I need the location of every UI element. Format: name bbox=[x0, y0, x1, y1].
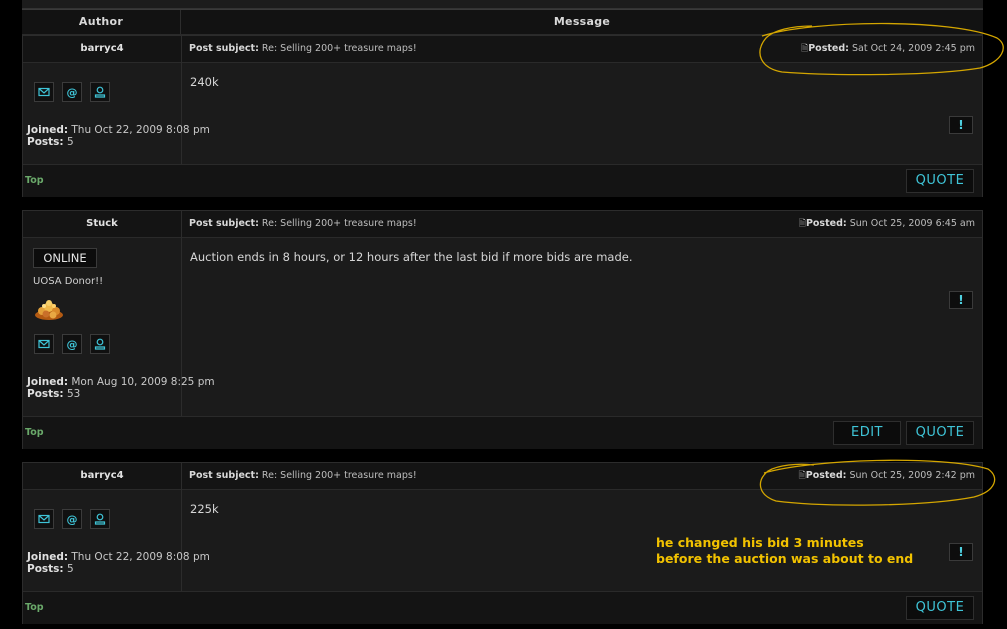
post-header: Post subject: Re: Selling 200+ treasure … bbox=[182, 36, 982, 63]
post-icon[interactable]: 🗎 bbox=[798, 471, 805, 481]
post-header: Post subject: Re: Selling 200+ treasure … bbox=[182, 211, 982, 238]
posts-label: Posts: bbox=[27, 388, 64, 400]
email-at-icon[interactable]: @ bbox=[62, 509, 82, 529]
svg-text:@: @ bbox=[67, 86, 78, 99]
envelope-icon[interactable] bbox=[34, 509, 54, 529]
svg-text:@: @ bbox=[67, 338, 78, 351]
joined-date: Mon Aug 10, 2009 8:25 pm bbox=[71, 376, 215, 388]
annotation-text: he changed his bid 3 minutes before the … bbox=[656, 535, 913, 567]
quote-button[interactable]: QUOTE bbox=[906, 596, 974, 620]
post-icon[interactable]: 🗎 bbox=[799, 219, 806, 229]
profile-icon[interactable] bbox=[90, 82, 110, 102]
post-date: 🗎Posted: Sun Oct 25, 2009 2:42 pm bbox=[798, 463, 975, 489]
post-body: Auction ends in 8 hours, or 12 hours aft… bbox=[190, 250, 633, 264]
posts-label: Posts: bbox=[27, 136, 64, 148]
post-body: 225k bbox=[190, 502, 219, 516]
subject-label: Post subject: bbox=[189, 470, 259, 481]
post-subject: Post subject: Re: Selling 200+ treasure … bbox=[189, 36, 417, 62]
profile-icon[interactable] bbox=[90, 509, 110, 529]
report-post-button[interactable]: ! bbox=[949, 543, 973, 561]
post-count: 53 bbox=[66, 388, 81, 400]
subject-text: Re: Selling 200+ treasure maps! bbox=[261, 43, 417, 54]
joined-date: Thu Oct 22, 2009 8:08 pm bbox=[71, 551, 210, 563]
gold-pile-icon bbox=[33, 295, 65, 321]
subject-text: Re: Selling 200+ treasure maps! bbox=[261, 218, 417, 229]
posted-label: Posted: bbox=[805, 218, 847, 229]
message-column-header: Message bbox=[553, 15, 611, 28]
email-at-icon[interactable]: @ bbox=[62, 82, 82, 102]
post-row: Stuck Post subject: Re: Selling 200+ tre… bbox=[22, 210, 983, 449]
report-post-button[interactable]: ! bbox=[949, 116, 973, 134]
author-name[interactable]: barryc4 bbox=[23, 463, 181, 490]
contact-icons: @ bbox=[34, 334, 110, 354]
quote-button[interactable]: QUOTE bbox=[906, 169, 974, 193]
post-date: 🗎Posted: Sun Oct 25, 2009 6:45 am bbox=[799, 211, 975, 237]
svg-text:@: @ bbox=[67, 513, 78, 526]
email-at-icon[interactable]: @ bbox=[62, 334, 82, 354]
envelope-icon[interactable] bbox=[34, 82, 54, 102]
post-footer: Top EDIT QUOTE bbox=[23, 416, 982, 449]
posted-label: Posted: bbox=[805, 470, 847, 481]
user-rank: UOSA Donor!! bbox=[33, 276, 104, 287]
post-subject: Post subject: Re: Selling 200+ treasure … bbox=[189, 463, 417, 489]
author-info: Joined: Thu Oct 22, 2009 8:08 pm Posts: … bbox=[27, 551, 210, 575]
author-column-header: Author bbox=[78, 15, 124, 28]
subject-label: Post subject: bbox=[189, 218, 259, 229]
joined-label: Joined: bbox=[27, 551, 69, 563]
quote-button[interactable]: QUOTE bbox=[906, 421, 974, 445]
subject-label: Post subject: bbox=[189, 43, 259, 54]
post-header: Post subject: Re: Selling 200+ treasure … bbox=[182, 463, 982, 490]
posts-label: Posts: bbox=[27, 563, 64, 575]
post-subject: Post subject: Re: Selling 200+ treasure … bbox=[189, 211, 417, 237]
subject-text: Re: Selling 200+ treasure maps! bbox=[261, 470, 417, 481]
contact-icons: @ bbox=[34, 509, 110, 529]
post-count: 5 bbox=[66, 136, 74, 148]
online-status-badge: ONLINE bbox=[33, 248, 97, 268]
post-date: 🗎Posted: Sat Oct 24, 2009 2:45 pm bbox=[801, 36, 975, 62]
author-name[interactable]: barryc4 bbox=[23, 36, 181, 63]
envelope-icon[interactable] bbox=[34, 334, 54, 354]
joined-label: Joined: bbox=[27, 124, 69, 136]
author-name[interactable]: Stuck bbox=[23, 211, 181, 238]
annotation-line-1: he changed his bid 3 minutes bbox=[656, 535, 864, 550]
top-link[interactable]: Top bbox=[25, 427, 44, 438]
top-link[interactable]: Top bbox=[25, 175, 44, 186]
post-footer: Top QUOTE bbox=[23, 591, 982, 624]
posted-date: Sun Oct 25, 2009 2:42 pm bbox=[849, 470, 976, 481]
post-body: 240k bbox=[190, 75, 219, 89]
top-bar bbox=[22, 0, 983, 9]
contact-icons: @ bbox=[34, 82, 110, 102]
author-info: Joined: Mon Aug 10, 2009 8:25 pm Posts: … bbox=[27, 376, 215, 400]
posted-date: Sat Oct 24, 2009 2:45 pm bbox=[851, 43, 975, 54]
posted-label: Posted: bbox=[808, 43, 849, 54]
annotation-line-2: before the auction was about to end bbox=[656, 551, 914, 566]
table-header: Author Message bbox=[22, 9, 983, 35]
profile-icon[interactable] bbox=[90, 334, 110, 354]
post-row: barryc4 Post subject: Re: Selling 200+ t… bbox=[22, 35, 983, 197]
posted-date: Sun Oct 25, 2009 6:45 am bbox=[849, 218, 975, 229]
column-divider bbox=[181, 211, 182, 448]
joined-label: Joined: bbox=[27, 376, 69, 388]
joined-date: Thu Oct 22, 2009 8:08 pm bbox=[71, 124, 210, 136]
author-info: Joined: Thu Oct 22, 2009 8:08 pm Posts: … bbox=[27, 124, 210, 148]
report-post-button[interactable]: ! bbox=[949, 291, 973, 309]
post-footer: Top QUOTE bbox=[23, 164, 982, 197]
post-count: 5 bbox=[66, 563, 74, 575]
top-link[interactable]: Top bbox=[25, 602, 44, 613]
edit-button[interactable]: EDIT bbox=[833, 421, 901, 445]
